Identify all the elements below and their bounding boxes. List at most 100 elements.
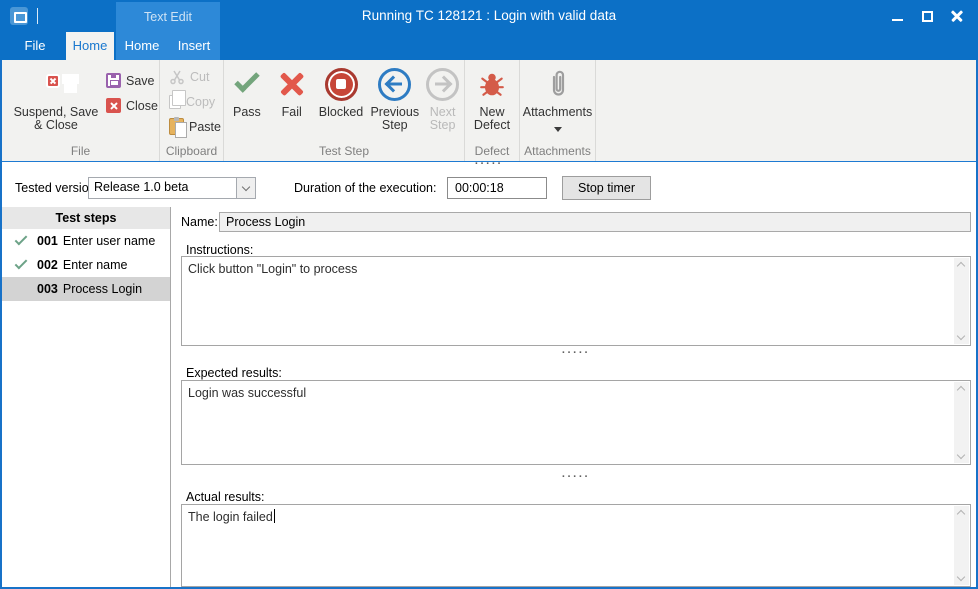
test-runner-window: Running TC 128121 : Login with valid dat… [0,0,978,589]
ribbon-group-clipboard: Cut Copy Paste Clipboard [160,60,224,161]
test-steps-panel: Test steps 001 Enter user name 002 Enter… [2,207,171,587]
bug-icon [478,70,506,98]
expected-results-scrollbar[interactable] [954,382,969,463]
scroll-up-icon[interactable] [957,262,965,270]
suspend-save-close-label: Suspend, Save & Close [10,106,102,132]
instructions-splitter-handle[interactable] [181,349,971,357]
expected-results-text: Login was successful [188,385,948,401]
save-button[interactable]: Save [106,68,158,93]
step-number: 002 [37,258,58,272]
next-step-arrow-icon [426,68,459,101]
cut-button[interactable]: Cut [160,64,223,89]
maximize-button[interactable] [912,0,942,32]
close-step-label: Close [126,99,158,113]
actual-results-textbox[interactable]: The login failed [181,504,971,587]
content-area: Tested version: Release 1.0 beta Duratio… [2,162,976,587]
pass-label: Pass [233,106,261,119]
step-passed-check-icon [15,257,28,270]
fail-x-icon [278,70,306,98]
stop-timer-button[interactable]: Stop timer [562,176,651,200]
copy-button[interactable]: Copy [160,89,223,114]
text-caret [274,509,276,523]
chevron-down-icon [242,182,250,190]
previous-step-label: Previous Step [368,106,421,132]
expected-results-textbox[interactable]: Login was successful [181,380,971,465]
tab-texteditor-home[interactable]: Home [116,32,168,60]
expected-splitter-handle[interactable] [181,473,971,481]
tab-file[interactable]: File [12,32,58,60]
ribbon-splitter-handle[interactable] [2,160,976,168]
close-step-button[interactable]: Close [106,93,158,118]
close-step-icon [106,98,121,113]
scroll-up-icon[interactable] [957,510,965,518]
ribbon: Suspend, Save & Close Save Close File Cu… [2,60,976,162]
scroll-down-icon[interactable] [957,451,965,459]
cut-label: Cut [190,70,209,84]
actual-results-scrollbar[interactable] [954,506,969,585]
step-number: 001 [37,234,58,248]
attachments-button[interactable]: Attachments [520,64,595,132]
tested-version-label: Tested version: [15,181,99,195]
test-step-group-label: Test Step [224,144,464,158]
close-icon [951,10,964,23]
instructions-textbox[interactable]: Click button "Login" to process [181,256,971,346]
save-label: Save [126,74,155,88]
step-check-placeholder [15,281,28,294]
tab-home-selected[interactable]: Home [66,32,114,60]
maximize-icon [922,11,933,22]
minimize-icon [892,19,903,21]
cut-scissors-icon [169,69,185,85]
step-label: Enter user name [63,234,155,248]
instructions-label: Instructions: [186,243,253,257]
step-label: Enter name [63,258,128,272]
attachments-label: Attachments [523,106,592,119]
scroll-down-icon[interactable] [957,332,965,340]
actual-results-label: Actual results: [186,490,265,504]
fail-label: Fail [282,106,302,119]
blocked-stop-icon [325,68,358,101]
contextual-tabs: Home Insert [116,32,220,60]
close-button[interactable] [942,0,972,32]
tested-version-value: Release 1.0 beta [89,178,236,198]
test-step-row-2[interactable]: 002 Enter name [2,253,170,277]
paste-label: Paste [189,120,221,134]
new-defect-button[interactable]: New Defect [465,64,519,132]
tested-version-dropdown-button[interactable] [236,178,255,198]
ribbon-group-file: Suspend, Save & Close Save Close File [2,60,160,161]
step-passed-check-icon [15,233,28,246]
paste-button[interactable]: Paste [160,114,223,139]
defect-group-label: Defect [465,144,519,158]
duration-field[interactable]: 00:00:18 [447,177,547,199]
blocked-label: Blocked [319,106,363,119]
scroll-down-icon[interactable] [957,573,965,581]
save-icon [106,73,121,88]
test-step-row-3-selected[interactable]: 003 Process Login [2,277,170,301]
pass-check-icon [234,67,259,92]
test-step-row-1[interactable]: 001 Enter user name [2,229,170,253]
file-group-label: File [2,144,159,158]
attachments-group-label: Attachments [520,144,595,158]
copy-label: Copy [186,95,215,109]
ribbon-group-test-step: Pass Fail Blocked Previous Step Next Ste… [224,60,465,161]
tested-version-combobox[interactable]: Release 1.0 beta [88,177,256,199]
ribbon-group-defect: New Defect Defect [465,60,520,161]
attachments-dropdown-icon[interactable] [554,127,562,132]
clipboard-group-label: Clipboard [160,144,223,158]
next-step-label: Next Step [421,106,464,132]
duration-label: Duration of the execution: [294,181,436,195]
step-name-field[interactable]: Process Login [219,212,971,232]
previous-step-arrow-icon [378,68,411,101]
instructions-scrollbar[interactable] [954,258,969,344]
step-number: 003 [37,282,58,296]
paste-icon [169,118,184,135]
contextual-group-title: Text Edit [116,2,220,32]
step-label: Process Login [63,282,142,296]
minimize-button[interactable] [882,0,912,32]
test-steps-header: Test steps [2,207,170,229]
copy-icon [169,95,181,109]
tab-texteditor-insert[interactable]: Insert [168,32,220,60]
name-label: Name: [181,215,218,229]
expected-results-label: Expected results: [186,366,282,380]
scroll-up-icon[interactable] [957,386,965,394]
contextual-tab-group: Text Edit Home Insert [116,2,220,60]
